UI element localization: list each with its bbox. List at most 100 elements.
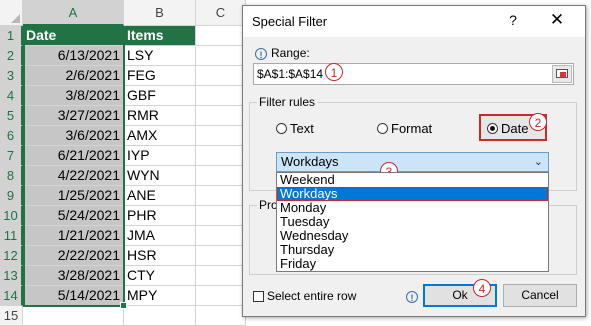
item-cell[interactable]: AMX	[124, 126, 196, 146]
row-header[interactable]: 5	[0, 106, 23, 126]
range-select-icon[interactable]	[552, 65, 572, 83]
empty-cell[interactable]	[196, 186, 246, 206]
empty-cell[interactable]	[196, 246, 246, 266]
date-cell[interactable]: 6/13/2021	[23, 46, 124, 66]
item-cell[interactable]: FEG	[124, 66, 196, 86]
cancel-button[interactable]: Cancel	[503, 284, 577, 307]
row-header[interactable]: 12	[0, 246, 23, 266]
range-value: $A$1:$A$14	[257, 67, 324, 81]
dropdown-option[interactable]: Monday	[277, 201, 548, 215]
row-header[interactable]: 8	[0, 166, 23, 186]
dropdown-option[interactable]: Workdays	[277, 187, 548, 201]
empty-cell[interactable]	[196, 126, 246, 146]
empty-cell[interactable]	[196, 86, 246, 106]
date-cell[interactable]	[23, 306, 124, 326]
date-cell[interactable]: 3/8/2021	[23, 86, 124, 106]
chevron-down-icon[interactable]: ⌄	[534, 153, 543, 171]
row-header[interactable]: 3	[0, 66, 23, 86]
row-header[interactable]: 2	[0, 46, 23, 66]
radio-date[interactable]: Date	[487, 121, 528, 136]
dropdown-option[interactable]: Weekend	[277, 173, 548, 187]
info-icon: !	[406, 291, 418, 303]
dialog-title: Special Filter	[252, 14, 328, 29]
date-cell[interactable]: 3/28/2021	[23, 266, 124, 286]
radio-date-label: Date	[501, 121, 529, 136]
radio-circle	[276, 123, 287, 134]
select-entire-row-label: Select entire row	[267, 289, 357, 303]
date-cell[interactable]: 2/6/2021	[23, 66, 124, 86]
date-cell[interactable]: 2/22/2021	[23, 246, 124, 266]
column-header-a[interactable]: A	[23, 0, 124, 26]
radio-format[interactable]: Format	[377, 121, 432, 136]
date-cell[interactable]: 1/25/2021	[23, 186, 124, 206]
empty-cell[interactable]	[196, 206, 246, 226]
dropdown-option[interactable]: Wednesday	[277, 229, 548, 243]
radio-text[interactable]: Text	[276, 121, 314, 136]
item-cell[interactable]: IYP	[124, 146, 196, 166]
radio-circle	[377, 123, 388, 134]
row-header[interactable]: 6	[0, 126, 23, 146]
date-cell[interactable]: 5/14/2021	[23, 286, 124, 306]
empty-cell[interactable]	[196, 146, 246, 166]
item-cell[interactable]: RMR	[124, 106, 196, 126]
dropdown-value: Workdays	[281, 154, 339, 169]
step-badge-2: 2	[529, 113, 547, 131]
header-cell-items[interactable]: Items	[124, 26, 196, 46]
date-cell[interactable]: 5/24/2021	[23, 206, 124, 226]
empty-cell[interactable]	[196, 166, 246, 186]
dropdown-option[interactable]: Thursday	[277, 243, 548, 257]
row-header[interactable]: 7	[0, 146, 23, 166]
row-header[interactable]: 11	[0, 226, 23, 246]
dialog-titlebar: Special Filter ? ✕	[243, 6, 585, 37]
date-cell[interactable]: 6/21/2021	[23, 146, 124, 166]
radio-circle-selected	[487, 123, 498, 134]
empty-cell[interactable]	[196, 226, 246, 246]
empty-cell[interactable]	[196, 286, 246, 306]
help-button[interactable]: ?	[505, 12, 521, 28]
item-cell[interactable]: HSR	[124, 246, 196, 266]
row-header[interactable]: 9	[0, 186, 23, 206]
item-cell[interactable]	[124, 306, 196, 326]
item-cell[interactable]: PHR	[124, 206, 196, 226]
checkbox-box	[253, 291, 264, 302]
date-cell[interactable]: 1/21/2021	[23, 226, 124, 246]
dropdown-option[interactable]: Friday	[277, 257, 548, 271]
select-entire-row-checkbox[interactable]: Select entire row	[253, 289, 356, 303]
row-header[interactable]: 14	[0, 286, 23, 306]
item-cell[interactable]: ANE	[124, 186, 196, 206]
special-filter-dialog: Special Filter ? ✕ ! Range: $A$1:$A$14 1…	[242, 5, 586, 317]
date-cell[interactable]: 4/22/2021	[23, 166, 124, 186]
row-header[interactable]: 4	[0, 86, 23, 106]
select-all-corner[interactable]	[0, 0, 23, 26]
dropdown-option[interactable]: Tuesday	[277, 215, 548, 229]
item-cell[interactable]: LSY	[124, 46, 196, 66]
column-header-b[interactable]: B	[124, 0, 196, 26]
empty-cell[interactable]	[196, 46, 246, 66]
empty-cell[interactable]	[196, 106, 246, 126]
date-cell[interactable]: 3/6/2021	[23, 126, 124, 146]
item-cell[interactable]: WYN	[124, 166, 196, 186]
filter-rules-label: Filter rules	[257, 95, 318, 109]
header-cell-date[interactable]: Date	[23, 26, 124, 46]
item-cell[interactable]: CTY	[124, 266, 196, 286]
dropdown-list: Weekend Workdays Monday Tuesday Wednesday Thu…	[276, 172, 549, 272]
step-badge-1: 1	[325, 63, 343, 81]
item-cell[interactable]: GBF	[124, 86, 196, 106]
date-rule-dropdown[interactable]: Workdays ⌄	[276, 152, 549, 172]
range-label: Range:	[271, 46, 310, 60]
empty-cell[interactable]	[196, 266, 246, 286]
empty-cell[interactable]	[196, 306, 246, 326]
range-input[interactable]: $A$1:$A$14	[253, 63, 574, 85]
empty-cell[interactable]	[196, 66, 246, 86]
empty-cell[interactable]	[196, 26, 246, 46]
column-header-c[interactable]: C	[196, 0, 246, 26]
item-cell[interactable]: MPY	[124, 286, 196, 306]
date-cell[interactable]: 3/27/2021	[23, 106, 124, 126]
row-header[interactable]: 13	[0, 266, 23, 286]
row-header[interactable]: 15	[0, 306, 23, 326]
step-badge-4: 4	[473, 279, 491, 297]
row-header[interactable]: 1	[0, 26, 23, 46]
close-button[interactable]: ✕	[546, 10, 568, 30]
row-header[interactable]: 10	[0, 206, 23, 226]
item-cell[interactable]: JMA	[124, 226, 196, 246]
